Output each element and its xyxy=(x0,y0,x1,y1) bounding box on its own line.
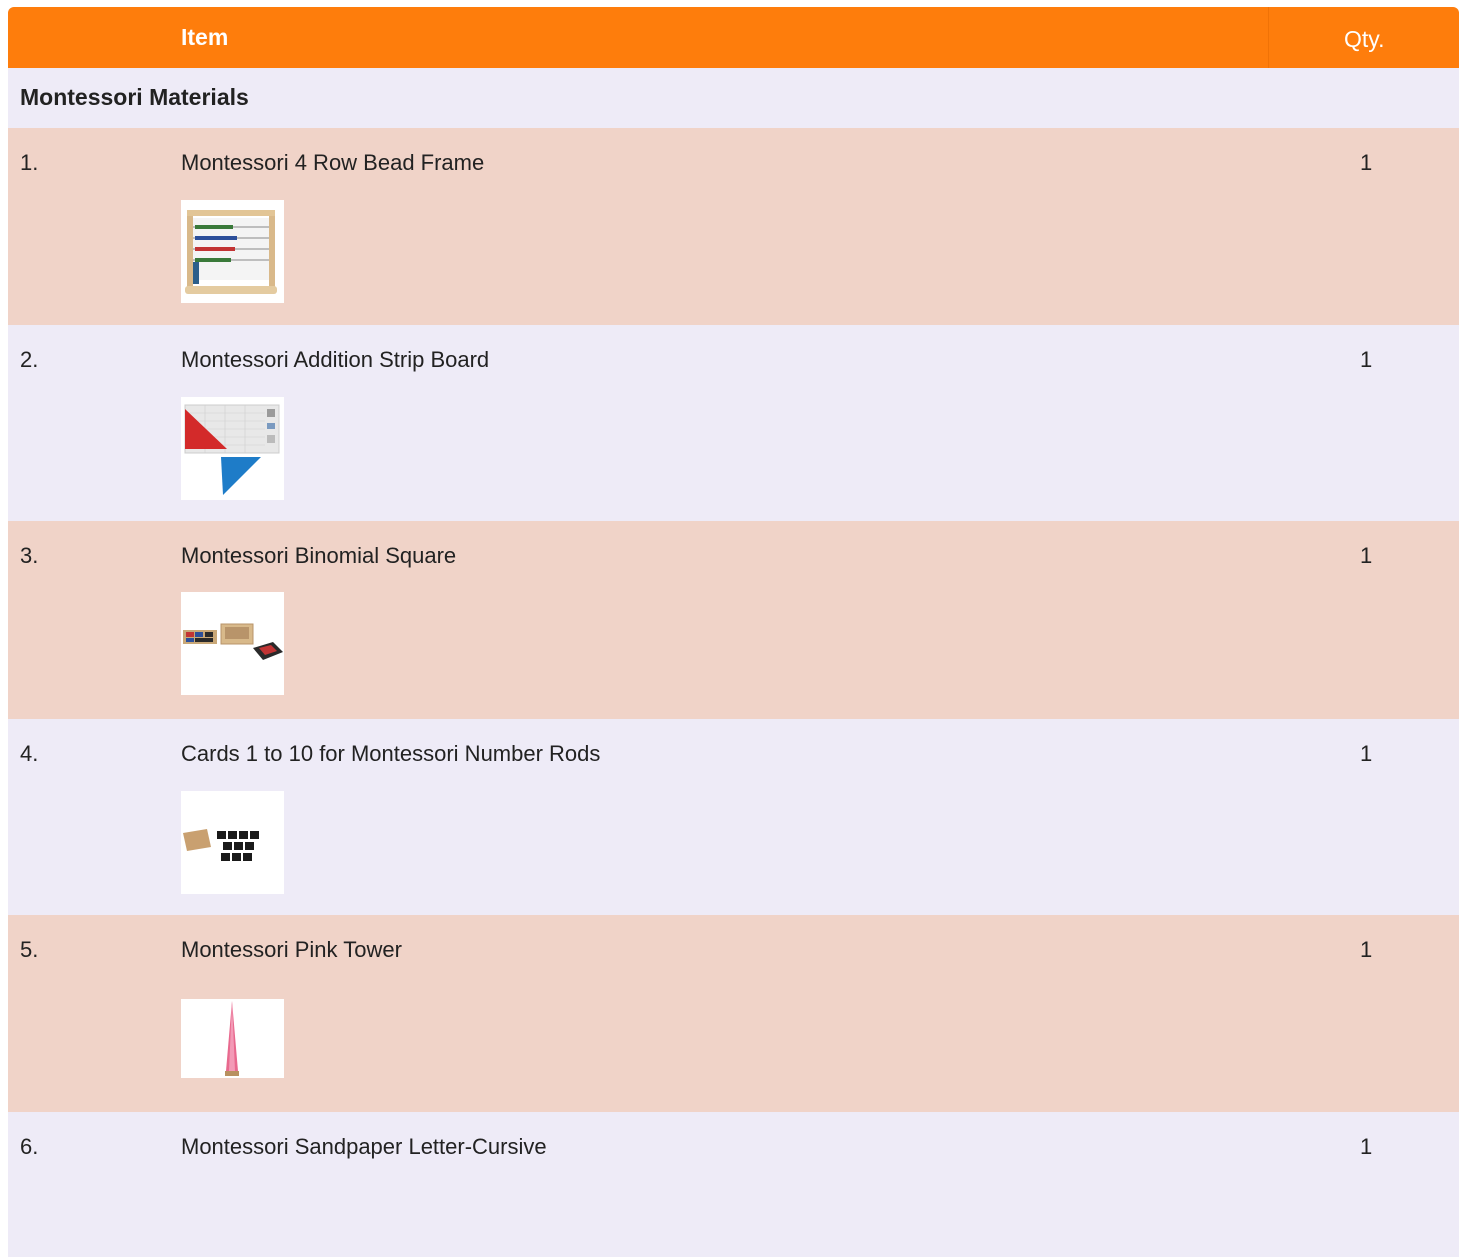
item-name[interactable]: Cards 1 to 10 for Montessori Number Rods xyxy=(181,741,600,767)
item-name[interactable]: Montessori 4 Row Bead Frame xyxy=(181,150,484,176)
table-row: 5. Montessori Pink Tower 1 xyxy=(8,915,1459,1112)
item-qty: 1 xyxy=(1360,741,1373,766)
row-number: 4. xyxy=(20,741,39,766)
addition-strip-board-image[interactable] xyxy=(181,397,284,500)
item-name[interactable]: Montessori Binomial Square xyxy=(181,543,456,569)
row-number: 6. xyxy=(20,1134,39,1159)
bead-frame-image[interactable] xyxy=(181,200,284,303)
table-row: 6. Montessori Sandpaper Letter-Cursive 1 xyxy=(8,1112,1459,1257)
category-row: Montessori Materials xyxy=(8,68,1459,128)
row-number: 1. xyxy=(20,150,39,175)
qty-column-header-cell: Qty. xyxy=(1268,7,1459,68)
table-row: 1. Montessori 4 Row Bead Frame 1 xyxy=(8,128,1459,325)
number-cards-image[interactable] xyxy=(181,791,284,894)
qty-column-header: Qty. xyxy=(1344,26,1385,52)
item-qty: 1 xyxy=(1360,543,1373,568)
item-name[interactable]: Montessori Pink Tower xyxy=(181,937,402,963)
row-number: 3. xyxy=(20,543,39,568)
table-row: 2. Montessori Addition Strip Board 1 xyxy=(8,325,1459,521)
item-name[interactable]: Montessori Sandpaper Letter-Cursive xyxy=(181,1134,547,1160)
table-row: 4. Cards 1 to 10 for Montessori Number R… xyxy=(8,719,1459,915)
binomial-square-image[interactable] xyxy=(181,592,284,695)
row-number: 5. xyxy=(20,937,39,962)
item-qty: 1 xyxy=(1360,1134,1373,1159)
table-header: Item Qty. xyxy=(8,7,1459,68)
table-row: 3. Montessori Binomial Square 1 xyxy=(8,521,1459,719)
items-table: Item Qty. Montessori Materials 1. Montes… xyxy=(8,7,1459,1257)
row-number: 2. xyxy=(20,347,39,372)
item-name[interactable]: Montessori Addition Strip Board xyxy=(181,347,489,373)
item-qty: 1 xyxy=(1360,347,1373,372)
category-label: Montessori Materials xyxy=(20,84,249,110)
item-qty: 1 xyxy=(1360,937,1373,962)
item-column-header: Item xyxy=(181,24,229,50)
item-qty: 1 xyxy=(1360,150,1373,175)
pink-tower-image[interactable] xyxy=(181,999,284,1078)
